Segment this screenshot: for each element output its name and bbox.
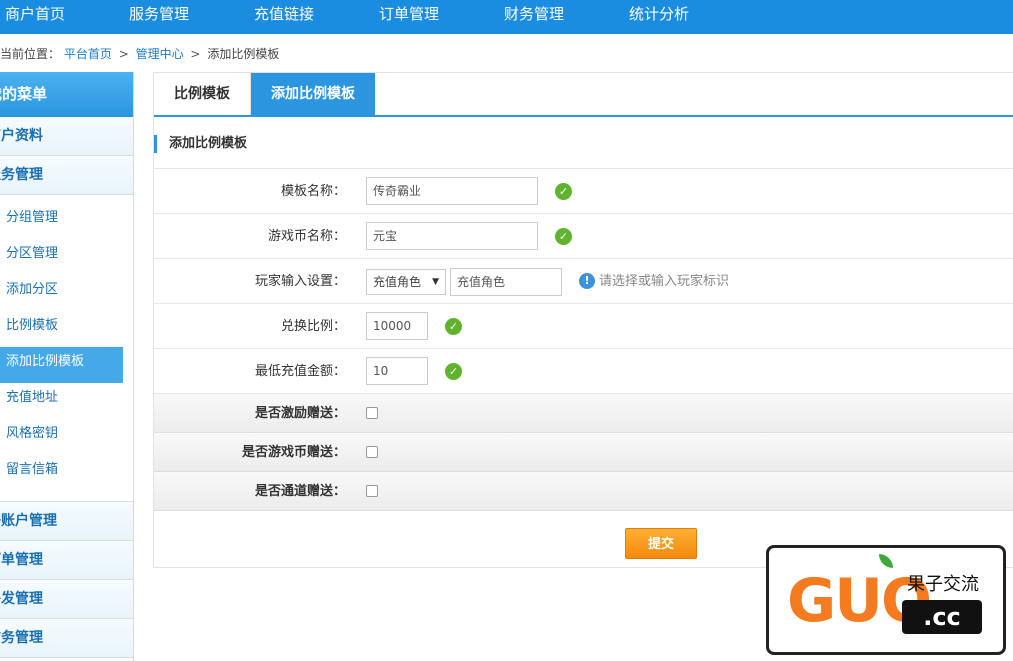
breadcrumb-prefix: 当前位置： [0,47,61,61]
sidebar-group-service[interactable]: 服务管理 [0,156,133,195]
currency-bonus-label: 是否游戏币赠送： [241,445,346,460]
sidebar: 我的菜单 商户资料 服务管理 分组管理 分区管理 添加分区 比例模板 添加比例模… [0,72,134,661]
breadcrumb: 当前位置： 平台首页 > 管理中心 > 添加比例模板 [0,45,279,62]
breadcrumb-separator: > [118,47,129,61]
nav-recharge-link[interactable]: 充值链接 [249,0,319,34]
form-row-bonus: 是否激励赠送： [154,394,1013,433]
player-input-label: 玩家输入设置： [254,274,346,289]
player-input-select[interactable]: 充值角色 ▼ [366,269,446,295]
check-icon: ✓ [555,228,572,245]
sidebar-service-list: 分组管理 分区管理 添加分区 比例模板 添加比例模板 充值地址 风格密钥 留言信… [0,195,133,502]
bonus-checkbox[interactable] [366,407,378,419]
sidebar-item-style-key[interactable]: 风格密钥 [0,419,133,455]
currency-bonus-checkbox[interactable] [366,446,378,458]
sidebar-item-recharge-address[interactable]: 充值地址 [0,383,133,419]
form-row-player-input: 玩家输入设置： 充值角色 ▼ 充值角色 ! 请选择或输入玩家标识 [154,259,1013,304]
main-panel: 比例模板 添加比例模板 添加比例模板 模板名称： 传奇霸业 ✓ 游戏币名称： 元… [153,72,1013,568]
chevron-down-icon: ▼ [432,277,439,287]
sidebar-group-merchant[interactable]: 商户资料 [0,117,133,156]
bonus-label: 是否激励赠送： [254,406,346,421]
form-row-template-name: 模板名称： 传奇霸业 ✓ [154,169,1013,214]
exchange-ratio-input[interactable]: 10000 [366,312,428,340]
breadcrumb-platform-home[interactable]: 平台首页 [64,47,112,61]
form-row-exchange-ratio: 兑换比例： 10000 ✓ [154,304,1013,349]
sidebar-item-zone-management[interactable]: 分区管理 [0,239,133,275]
channel-bonus-label: 是否通道赠送： [254,484,346,499]
breadcrumb-management-center[interactable]: 管理中心 [136,47,184,61]
form-row-min-amount: 最低充值金额： 10 ✓ [154,349,1013,394]
template-form: 模板名称： 传奇霸业 ✓ 游戏币名称： 元宝 ✓ 玩家输入设置： 充值角色 ▼ … [154,168,1013,511]
nav-service-management[interactable]: 服务管理 [124,0,194,34]
nav-order-management[interactable]: 订单管理 [374,0,444,34]
player-input-field[interactable]: 充值角色 [450,268,562,296]
info-icon: ! [579,273,595,289]
sidebar-item-ratio-template[interactable]: 比例模板 [0,311,133,347]
top-navigation: 商户首页 服务管理 充值链接 订单管理 财务管理 统计分析 [0,0,1013,34]
check-icon: ✓ [445,363,462,380]
sidebar-title: 我的菜单 [0,72,133,117]
currency-name-input[interactable]: 元宝 [366,222,538,250]
template-name-label: 模板名称： [280,184,346,199]
player-input-select-value: 充值角色 [373,275,422,289]
currency-name-label: 游戏币名称： [267,229,346,244]
form-row-currency-name: 游戏币名称： 元宝 ✓ [154,214,1013,259]
tab-bar: 比例模板 添加比例模板 [154,73,1013,117]
sidebar-group-orders[interactable]: 订单管理 [0,541,133,580]
watermark-chinese: 果子交流 [907,574,979,595]
watermark-domain: .cc [902,600,982,634]
exchange-ratio-label: 兑换比例： [280,319,346,334]
sidebar-item-group-management[interactable]: 分组管理 [0,203,133,239]
channel-bonus-checkbox[interactable] [366,485,378,497]
check-icon: ✓ [555,183,572,200]
sidebar-group-resend[interactable]: 补发管理 [0,580,133,619]
tab-ratio-template[interactable]: 比例模板 [154,73,251,115]
tab-add-ratio-template[interactable]: 添加比例模板 [251,73,375,115]
submit-button[interactable]: 提交 [625,528,697,559]
form-row-channel-bonus: 是否通道赠送： [154,472,1013,511]
breadcrumb-current: 添加比例模板 [207,47,280,61]
sidebar-group-subaccount[interactable]: 子账户管理 [0,502,133,541]
nav-statistics[interactable]: 统计分析 [624,0,694,34]
sidebar-group-finance[interactable]: 财务管理 [0,619,133,658]
template-name-input[interactable]: 传奇霸业 [366,177,538,205]
watermark-logo: GUO 果子交流 .cc [766,545,1006,655]
form-row-currency-bonus: 是否游戏币赠送： [154,433,1013,472]
nav-merchant-home[interactable]: 商户首页 [0,0,70,34]
sidebar-item-add-ratio-template[interactable]: 添加比例模板 [0,347,123,383]
min-amount-label: 最低充值金额： [254,364,346,379]
nav-finance-management[interactable]: 财务管理 [499,0,569,34]
check-icon: ✓ [445,318,462,335]
section-title: 添加比例模板 [154,135,247,153]
player-input-hint: 请选择或输入玩家标识 [599,274,730,289]
sidebar-item-message-box[interactable]: 留言信箱 [0,455,133,491]
sidebar-item-add-zone[interactable]: 添加分区 [0,275,133,311]
min-amount-input[interactable]: 10 [366,357,428,385]
breadcrumb-separator: > [190,47,201,61]
